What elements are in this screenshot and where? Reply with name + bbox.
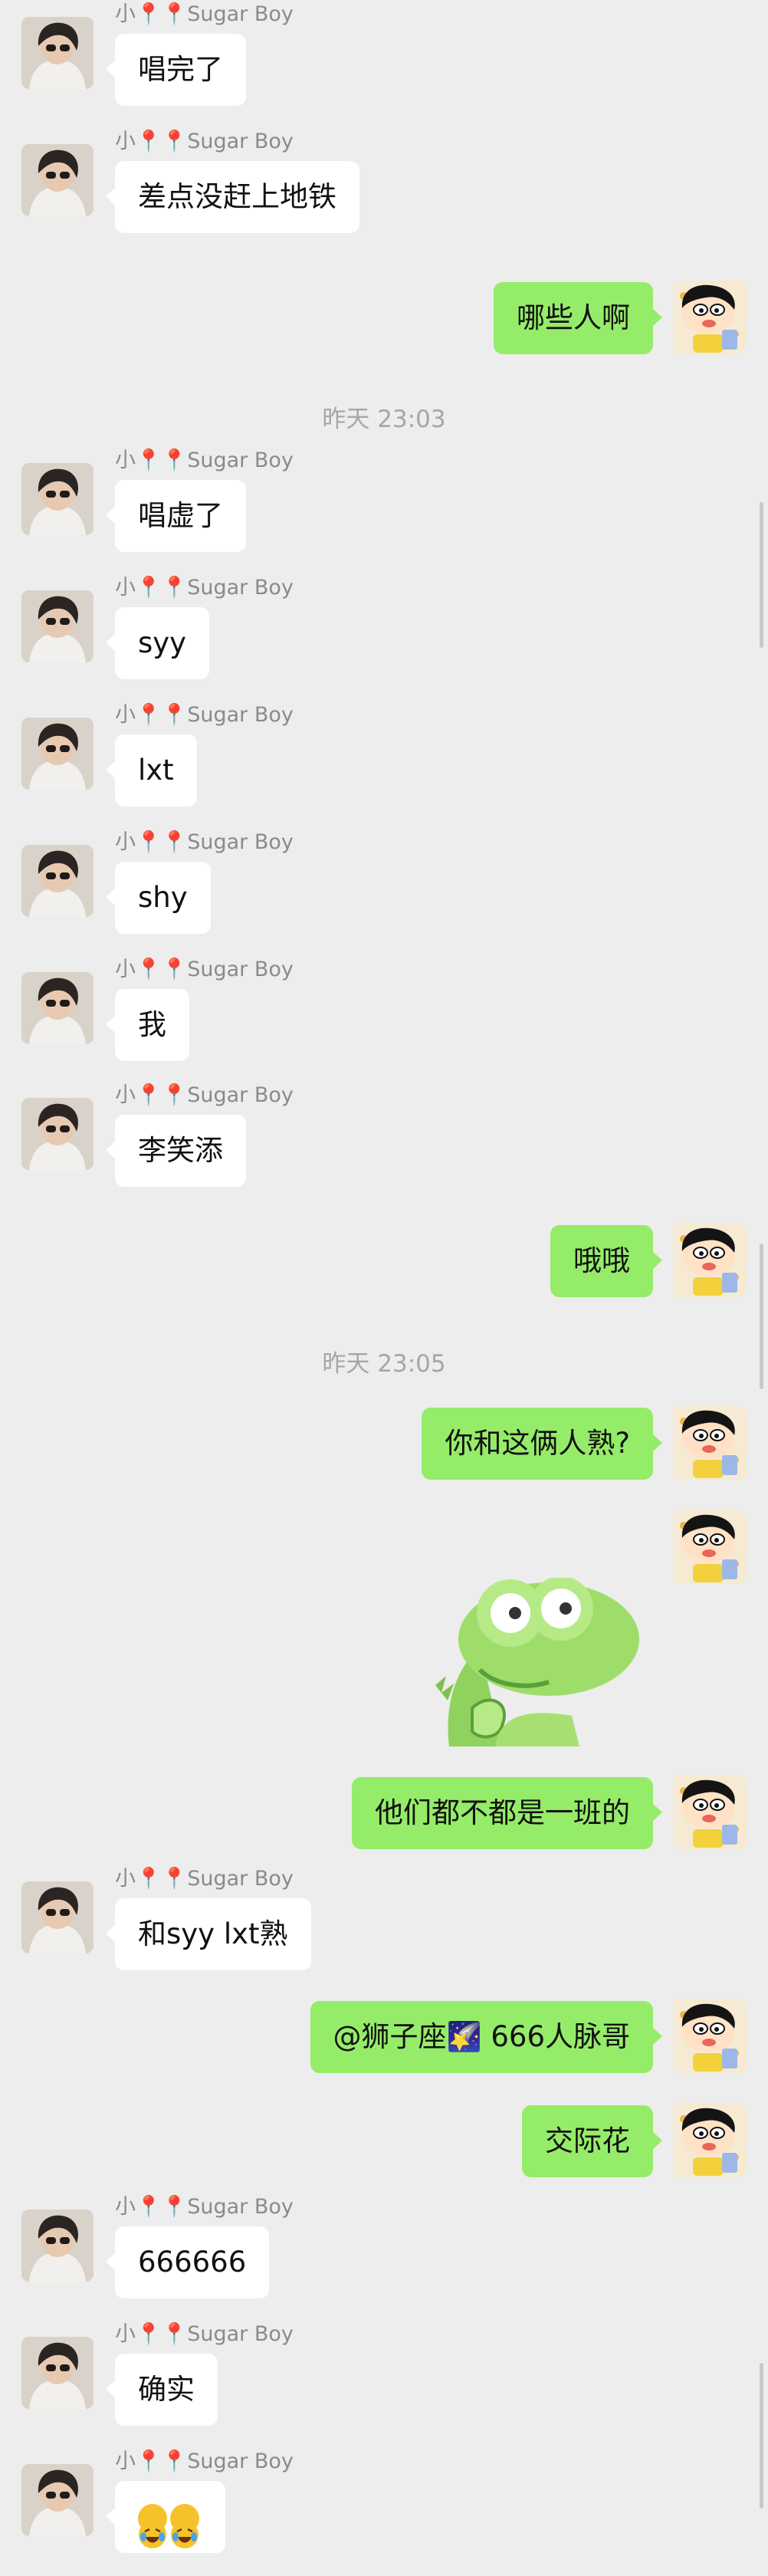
contact-avatar[interactable] <box>21 718 94 790</box>
contact-avatar[interactable] <box>21 972 94 1044</box>
incoming-message[interactable]: 小📍📍Sugar Boy 确实 <box>0 2323 768 2429</box>
message-bubble[interactable]: 哦哦 <box>550 1225 662 1297</box>
message-bubble[interactable]: 我 <box>106 989 189 1061</box>
message-bubble[interactable]: @狮子座🌠 666人脉哥 <box>310 2001 663 2073</box>
message-bubble[interactable]: 确实 <box>106 2354 218 2426</box>
outgoing-message[interactable]: 哦哦 <box>0 1224 768 1300</box>
message-bubble[interactable]: 差点没赶上地铁 <box>106 161 359 233</box>
message-text: 他们都不都是一班的 <box>375 1796 630 1829</box>
message-text: 哪些人啊 <box>517 301 630 334</box>
scrollbar-thumb[interactable] <box>760 2363 763 2509</box>
incoming-message[interactable]: 小📍📍Sugar Boy 李笑添 <box>0 1084 768 1190</box>
message-bubble[interactable]: 他们都不都是一班的 <box>352 1777 662 1849</box>
incoming-message[interactable]: 小📍📍Sugar Boy shy <box>0 831 768 937</box>
contact-avatar[interactable] <box>21 1881 94 1953</box>
message-text: 你和这俩人熟? <box>445 1427 630 1460</box>
sender-name: 小📍📍Sugar Boy <box>115 830 294 854</box>
message-bubble[interactable]: 唱虚了 <box>106 480 246 552</box>
message-bubble[interactable]: 哪些人啊 <box>494 282 662 354</box>
sender-name: 小📍📍Sugar Boy <box>115 2450 294 2473</box>
incoming-message[interactable]: 小📍📍Sugar Boy 差点没赶上地铁 <box>0 130 768 236</box>
incoming-message[interactable]: 小📍📍Sugar Boy 和syy lxt熟 <box>0 1868 768 1973</box>
incoming-message[interactable]: 小📍📍Sugar Boy 666666 <box>0 2196 768 2302</box>
incoming-message[interactable]: 小📍📍Sugar Boy 我 <box>0 958 768 1064</box>
scrollbar-thumb[interactable] <box>760 1244 763 1389</box>
message-bubble[interactable] <box>106 2481 225 2553</box>
my-avatar[interactable] <box>673 1510 747 1584</box>
message-bubble[interactable]: 交际花 <box>522 2105 662 2177</box>
message-text: shy <box>138 881 188 914</box>
outgoing-message[interactable]: @狮子座🌠 666人脉哥 <box>0 1999 768 2076</box>
message-text: 我 <box>138 1008 166 1041</box>
my-avatar[interactable] <box>673 1776 747 1849</box>
laughing-crying-emoji <box>138 2503 167 2548</box>
outgoing-message[interactable]: 你和这俩人熟? <box>0 1406 768 1483</box>
message-text: @狮子座🌠 666人脉哥 <box>333 2020 630 2053</box>
contact-avatar[interactable] <box>21 1098 94 1170</box>
message-text: 差点没赶上地铁 <box>138 180 336 213</box>
chat-message-list[interactable]: 小📍📍Sugar Boy 唱完了 小📍📍Sugar Boy 差点没赶上地铁 哪些… <box>0 0 768 2574</box>
contact-avatar[interactable] <box>21 17 94 89</box>
contact-avatar[interactable] <box>21 590 94 662</box>
message-bubble[interactable]: syy <box>105 607 210 679</box>
green-crocodile-sticker[interactable] <box>426 1576 641 1746</box>
outgoing-message[interactable]: 哪些人啊 <box>0 281 768 357</box>
sender-name: 小📍📍Sugar Boy <box>115 449 294 472</box>
my-avatar[interactable] <box>673 1999 747 2073</box>
outgoing-message[interactable]: 他们都不都是一班的 <box>0 1776 768 1852</box>
contact-avatar[interactable] <box>21 2464 94 2536</box>
my-avatar[interactable] <box>673 281 747 354</box>
my-avatar[interactable] <box>673 2104 747 2177</box>
message-text: 666666 <box>138 2246 247 2279</box>
message-text: 唱虚了 <box>138 499 223 532</box>
sender-name: 小📍📍Sugar Boy <box>115 576 294 600</box>
timestamp: 昨天 23:05 <box>322 1350 446 1378</box>
message-text: 确实 <box>138 2373 195 2406</box>
sender-name: 小📍📍Sugar Boy <box>115 703 294 727</box>
sender-name: 小📍📍Sugar Boy <box>115 1083 294 1107</box>
my-avatar[interactable] <box>673 1406 747 1480</box>
sender-name: 小📍📍Sugar Boy <box>115 2 294 26</box>
laughing-crying-emoji <box>170 2503 199 2548</box>
incoming-message[interactable]: 小📍📍Sugar Boy 唱虚了 <box>0 449 768 555</box>
sender-name: 小📍📍Sugar Boy <box>115 2195 294 2219</box>
message-bubble[interactable]: lxt <box>106 734 197 807</box>
message-text: 哦哦 <box>573 1244 630 1277</box>
contact-avatar[interactable] <box>21 2210 94 2282</box>
outgoing-message[interactable] <box>0 1510 768 1748</box>
message-text: 交际花 <box>545 2124 630 2157</box>
message-bubble[interactable]: 666666 <box>105 2226 270 2298</box>
message-text: 唱完了 <box>138 53 223 86</box>
message-text: syy <box>138 626 187 659</box>
sender-name: 小📍📍Sugar Boy <box>115 2322 294 2346</box>
incoming-message[interactable]: 小📍📍Sugar Boy lxt <box>0 704 768 810</box>
incoming-message[interactable]: 小📍📍Sugar Boy syy <box>0 577 768 682</box>
message-bubble[interactable]: 你和这俩人熟? <box>422 1408 662 1480</box>
message-text: 李笑添 <box>138 1134 223 1167</box>
my-avatar[interactable] <box>673 1224 747 1297</box>
scrollbar-thumb[interactable] <box>760 502 763 648</box>
outgoing-message[interactable]: 交际花 <box>0 2104 768 2180</box>
message-bubble[interactable]: shy <box>106 862 211 934</box>
sender-name: 小📍📍Sugar Boy <box>115 1867 294 1891</box>
incoming-message[interactable]: 小📍📍Sugar Boy 唱完了 <box>0 3 768 109</box>
message-text: 和syy lxt熟 <box>138 1917 288 1950</box>
contact-avatar[interactable] <box>21 845 94 917</box>
contact-avatar[interactable] <box>21 144 94 216</box>
message-bubble[interactable]: 和syy lxt熟 <box>106 1898 311 1970</box>
sender-name: 小📍📍Sugar Boy <box>115 130 294 153</box>
message-text: lxt <box>138 754 174 787</box>
contact-avatar[interactable] <box>21 463 94 535</box>
incoming-message[interactable]: 小📍📍Sugar Boy <box>0 2450 768 2556</box>
message-bubble[interactable]: 李笑添 <box>106 1115 246 1187</box>
sender-name: 小📍📍Sugar Boy <box>115 958 294 981</box>
contact-avatar[interactable] <box>21 2337 94 2409</box>
message-bubble[interactable]: 唱完了 <box>106 34 246 106</box>
timestamp: 昨天 23:03 <box>322 406 446 433</box>
